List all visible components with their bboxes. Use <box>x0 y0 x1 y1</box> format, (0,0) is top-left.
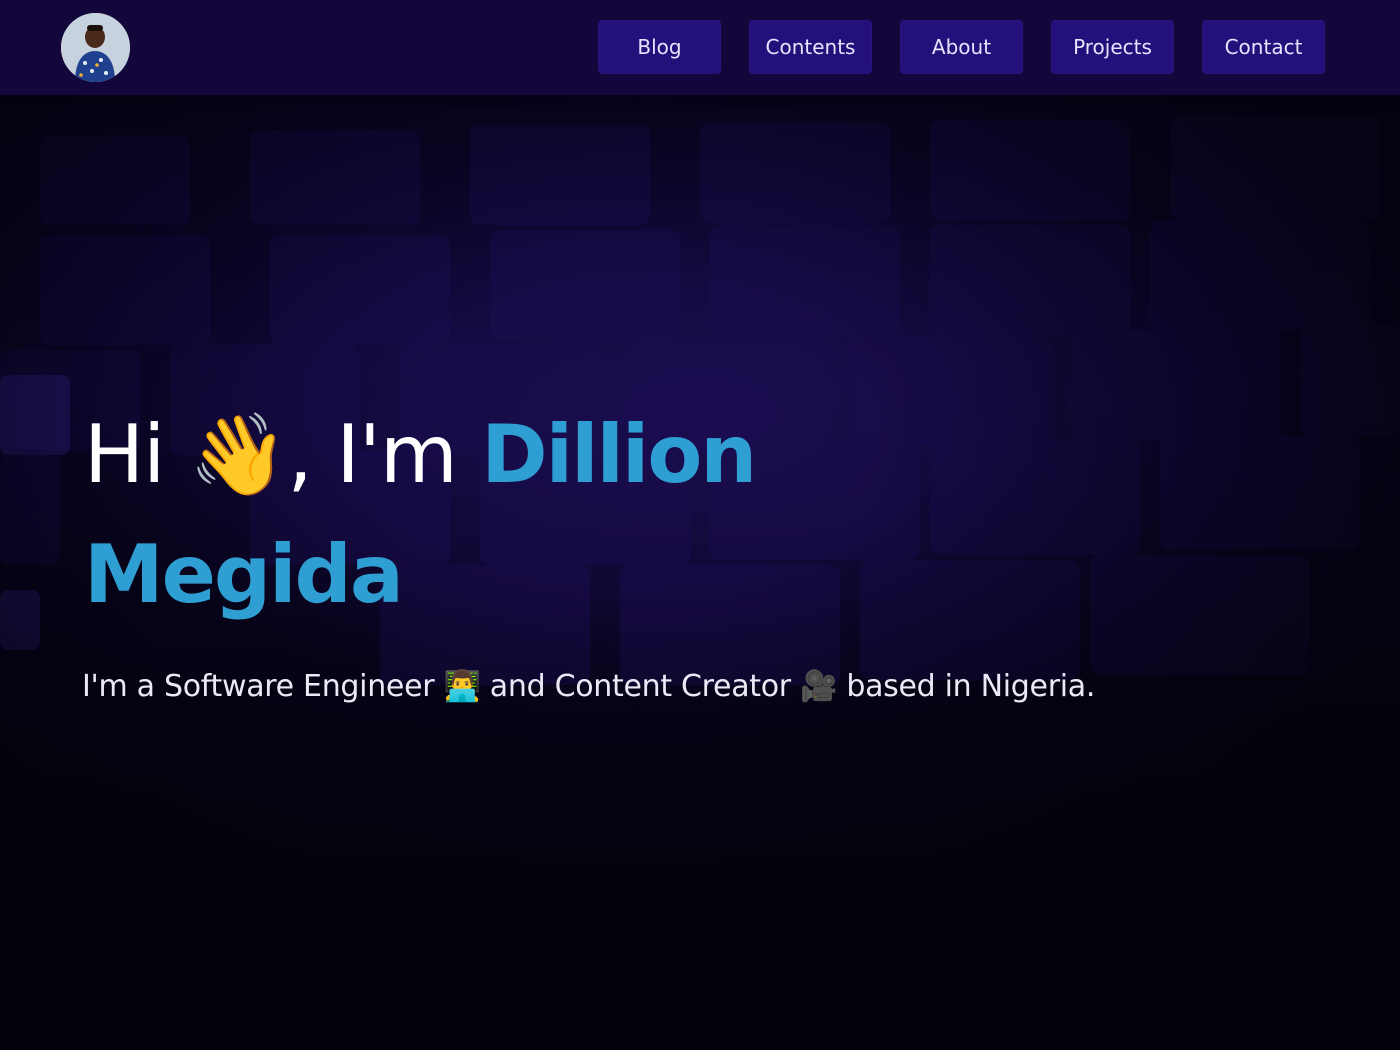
nav-about-button[interactable]: About <box>900 20 1023 74</box>
nav-blog-button[interactable]: Blog <box>598 20 721 74</box>
top-navbar: Blog Contents About Projects Contact <box>0 0 1400 95</box>
profile-avatar[interactable] <box>61 13 130 82</box>
nav-contact-button[interactable]: Contact <box>1202 20 1325 74</box>
main-nav: Blog Contents About Projects Contact <box>598 20 1325 74</box>
hero-headline: Hi 👋, I'm Dillion Megida <box>84 395 1095 635</box>
nav-projects-button[interactable]: Projects <box>1051 20 1174 74</box>
hero-name-first: Dillion <box>481 408 757 501</box>
hero-section: Hi 👋, I'm Dillion Megida I'm a Software … <box>82 395 1096 704</box>
hero-tagline: I'm a Software Engineer 👨‍💻 and Content … <box>82 669 1096 704</box>
page: Blog Contents About Projects Contact Hi … <box>0 0 1400 1050</box>
avatar-image <box>61 13 130 82</box>
hero-greeting: Hi 👋, I'm <box>84 408 482 501</box>
hero-name-last: Megida <box>84 528 404 621</box>
nav-contents-button[interactable]: Contents <box>749 20 872 74</box>
